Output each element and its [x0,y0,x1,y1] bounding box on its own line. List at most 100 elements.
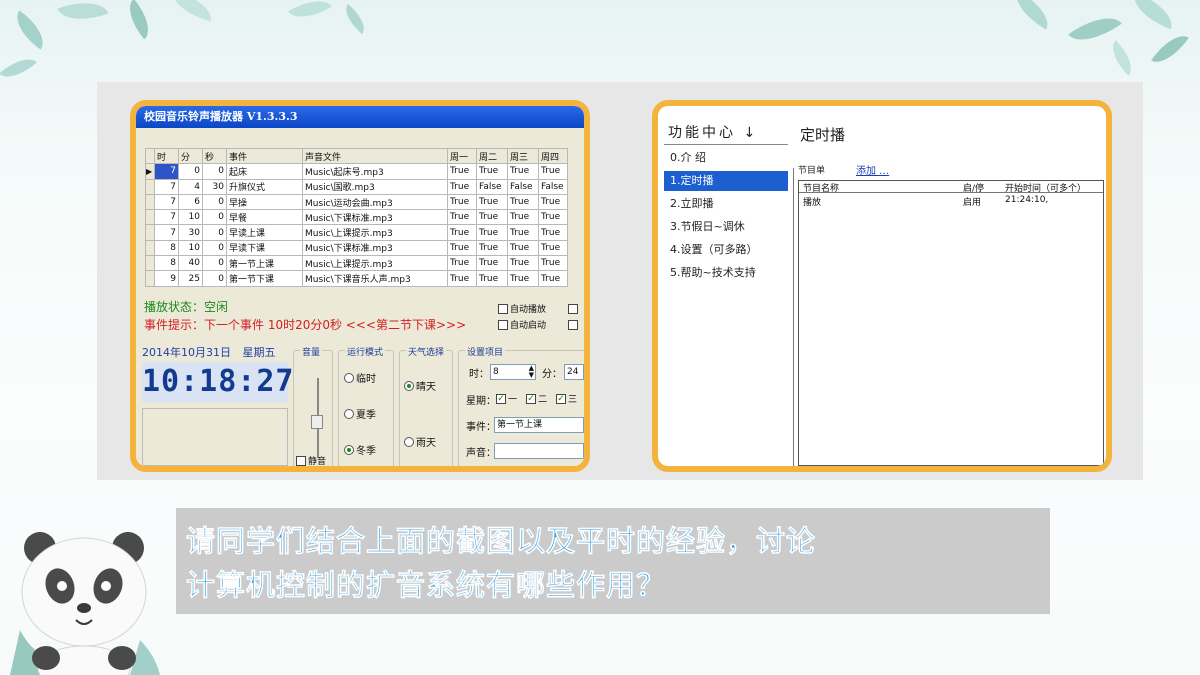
cell-thu[interactable]: True [538,224,568,241]
cell-minute[interactable]: 30 [178,224,203,241]
list-header-toggle[interactable]: 启/停 [963,181,984,194]
cell-wed[interactable]: True [507,193,539,211]
weather-option[interactable]: 雨天 [404,434,436,449]
cell-mon[interactable]: True [447,209,477,226]
sound-input[interactable] [494,443,584,459]
cell-hour[interactable]: 8 [154,239,179,257]
cell-tue[interactable]: True [476,163,508,180]
checkbox-box[interactable] [498,319,508,330]
cell-minute[interactable]: 40 [178,255,203,272]
cell-sound-file[interactable]: Music\下课标准.mp3 [302,209,448,226]
column-header[interactable]: 声音文件 [302,147,448,165]
cell-hour[interactable]: 7 [154,178,179,195]
event-input[interactable]: 第一节上课 [494,417,584,433]
cell-thu[interactable]: True [538,270,568,287]
cell-event[interactable]: 起床 [226,163,303,180]
cell-sound-file[interactable]: Music\上课提示.mp3 [302,255,448,272]
run-mode-option[interactable]: 临时 [344,370,376,385]
cell-second[interactable]: 0 [202,270,227,287]
column-header[interactable]: 分 [178,147,203,165]
cell-minute[interactable]: 10 [178,209,203,226]
cell-wed[interactable]: True [507,163,539,180]
cell-second[interactable]: 0 [202,255,227,272]
cell-tue[interactable]: True [476,193,508,211]
cell-event[interactable]: 早读上课 [226,224,303,241]
cell-hour[interactable]: 7 [154,163,179,180]
menu-item-settings[interactable]: 4.设置（可多路） [664,240,788,260]
list-header-name[interactable]: 节目名称 [803,181,839,194]
mute-checkbox[interactable]: 静音 [296,454,326,466]
cell-mon[interactable]: True [447,224,477,241]
cell-mon[interactable]: True [447,178,477,195]
list-item[interactable]: 播放 启用 21:24:10, [799,195,1103,208]
cell-second[interactable]: 0 [202,193,227,211]
cell-minute[interactable]: 25 [178,270,203,287]
menu-item-instant[interactable]: 2.立即播 [664,194,788,214]
checkbox-box[interactable] [498,303,508,314]
run-mode-option[interactable]: 夏季 [344,406,376,421]
cell-event[interactable]: 早餐 [226,209,303,226]
menu-item-scheduled[interactable]: 1.定时播 [664,171,788,191]
cell-wed[interactable]: True [507,270,539,287]
cell-second[interactable]: 0 [202,239,227,257]
cell-sound-file[interactable]: Music\国歌.mp3 [302,178,448,195]
cell-thu[interactable]: False [538,178,568,195]
radio-dot[interactable] [344,372,354,383]
cell-tue[interactable]: True [476,209,508,226]
cell-wed[interactable]: True [507,255,539,272]
column-header[interactable]: 秒 [202,147,227,165]
cell-hour[interactable]: 7 [154,224,179,241]
cell-minute[interactable]: 4 [178,178,203,195]
extra-checkbox[interactable] [568,320,578,330]
cell-minute[interactable]: 0 [178,163,203,180]
table-row[interactable]: 8 40 0 第一节上课 Music\上课提示.mp3 True True Tr… [145,255,568,272]
cell-minute[interactable]: 10 [178,239,203,257]
cell-second[interactable]: 0 [202,209,227,226]
cell-thu[interactable]: True [538,255,568,272]
day-checkbox-wed[interactable]: 三 [556,392,577,405]
column-header[interactable]: 周一 [447,147,477,165]
radio-dot[interactable] [404,380,414,391]
cell-event[interactable]: 早读下课 [226,239,303,257]
cell-tue[interactable]: True [476,224,508,241]
day-checkbox-mon[interactable]: 一 [496,392,517,405]
cell-thu[interactable]: True [538,239,568,257]
cell-minute[interactable]: 6 [178,193,203,211]
table-row[interactable]: 9 25 0 第一节下课 Music\下课音乐人声.mp3 True True … [145,270,568,287]
table-row[interactable]: 8 10 0 早读下课 Music\下课标准.mp3 True True Tru… [145,239,568,257]
cell-event[interactable]: 第一节下课 [226,270,303,287]
cell-sound-file[interactable]: Music\下课音乐人声.mp3 [302,270,448,287]
cell-thu[interactable]: True [538,163,568,180]
checkbox-box[interactable] [556,393,566,404]
cell-mon[interactable]: True [447,255,477,272]
cell-mon[interactable]: True [447,239,477,257]
cell-thu[interactable]: True [538,209,568,226]
cell-second[interactable]: 0 [202,163,227,180]
checkbox-box[interactable] [496,393,506,404]
table-row[interactable]: 7 4 30 升旗仪式 Music\国歌.mp3 True False Fals… [145,178,568,195]
cell-tue[interactable]: True [476,270,508,287]
program-list[interactable]: 节目名称 启/停 开始时间（可多个） 播放 启用 21:24:10, [798,180,1104,466]
volume-slider-thumb[interactable] [311,415,323,429]
column-header[interactable]: 周二 [476,147,508,165]
add-link[interactable]: 添加 … [856,162,889,177]
run-mode-option[interactable]: 冬季 [344,442,376,457]
cell-wed[interactable]: True [507,239,539,257]
cell-tue[interactable]: True [476,239,508,257]
cell-tue[interactable]: True [476,255,508,272]
cell-thu[interactable]: True [538,193,568,211]
cell-sound-file[interactable]: Music\上课提示.mp3 [302,224,448,241]
cell-hour[interactable]: 9 [154,270,179,287]
radio-dot[interactable] [344,408,354,419]
column-header[interactable]: 周三 [507,147,539,165]
cell-second[interactable]: 30 [202,178,227,195]
cell-sound-file[interactable]: Music\起床号.mp3 [302,163,448,180]
table-row[interactable]: 7 10 0 早餐 Music\下课标准.mp3 True True True … [145,209,568,226]
cell-hour[interactable]: 8 [154,255,179,272]
list-header-time[interactable]: 开始时间（可多个） [1005,181,1086,194]
cell-mon[interactable]: True [447,270,477,287]
schedule-table[interactable]: 时 分 秒 事件 声音文件 周一 周二 周三 周四 ▶ 7 0 0 起床 Mus… [145,147,568,287]
checkbox-box[interactable] [526,393,536,404]
spinner-arrows-icon[interactable]: ▲ ▼ [529,365,534,379]
menu-item-intro[interactable]: 0.介 绍 [664,148,788,168]
